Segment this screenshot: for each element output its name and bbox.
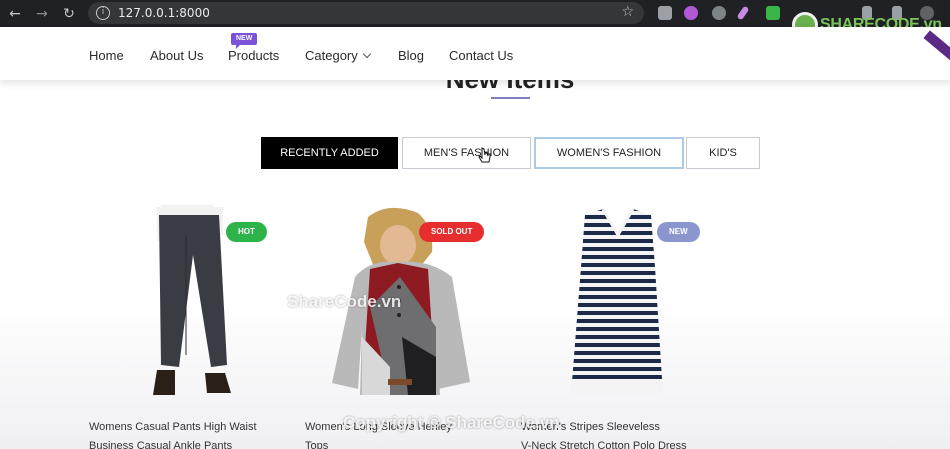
product-card[interactable]: SOLD OUT Women's Long Sleeve Henley Tops — [305, 200, 505, 449]
url-text[interactable]: 127.0.0.1:8000 — [118, 5, 210, 21]
product-title[interactable]: Womens Casual Pants High Waist Business … — [89, 418, 299, 449]
mouse-cursor-icon — [478, 147, 491, 163]
product-card[interactable]: HOT Womens Casual Pants High Waist Busin… — [89, 200, 289, 449]
forward-arrow-icon[interactable]: → — [32, 4, 52, 24]
status-badge: HOT — [226, 222, 267, 242]
watermark-copyright: Copyright © ShareCode.vn — [343, 413, 560, 432]
reload-icon[interactable]: ↻ — [59, 4, 79, 24]
product-title-line2: Tops — [305, 440, 329, 449]
camera-extension-icon[interactable] — [658, 6, 672, 20]
address-bar[interactable]: i 127.0.0.1:8000 ☆ — [88, 2, 644, 24]
new-badge: NEW — [231, 33, 258, 49]
chevron-down-icon — [362, 49, 371, 59]
nav-products[interactable]: Products — [228, 48, 279, 64]
purple-extension-icon[interactable] — [684, 6, 698, 20]
tab-kids[interactable]: KID'S — [686, 137, 760, 169]
nav-category[interactable]: Category — [305, 48, 371, 64]
site-header: Home About Us Products NEW Category Blog… — [0, 27, 950, 80]
back-arrow-icon[interactable]: ← — [5, 4, 25, 24]
product-image[interactable] — [563, 207, 673, 400]
nav-category-label: Category — [305, 48, 358, 63]
nav-home[interactable]: Home — [89, 48, 124, 64]
product-card[interactable]: NEW Women's Stripes Sleeveless V-Neck St… — [521, 200, 721, 449]
product-title-line2: Business Casual Ankle Pants — [89, 440, 233, 449]
status-badge: SOLD OUT — [419, 222, 485, 242]
status-badge: NEW — [657, 222, 700, 242]
product-image[interactable] — [139, 205, 239, 400]
tab-mens-fashion[interactable]: MEN'S FASHION — [402, 137, 531, 169]
bookmark-star-icon[interactable]: ☆ — [621, 4, 634, 20]
tab-womens-fashion[interactable]: WOMEN'S FASHION — [534, 137, 684, 169]
react-extension-icon[interactable] — [712, 6, 726, 20]
nav-blog[interactable]: Blog — [398, 48, 424, 64]
watermark-center: ShareCode.vn — [287, 292, 402, 311]
title-underline — [491, 97, 530, 99]
eyedropper-extension-icon[interactable] — [736, 5, 750, 21]
nav-contact-us[interactable]: Contact Us — [449, 48, 513, 64]
product-title-line2: V-Neck Stretch Cotton Polo Dress — [521, 440, 687, 449]
green-extension-icon[interactable] — [766, 6, 780, 20]
nav-about-us[interactable]: About Us — [150, 48, 203, 64]
info-icon[interactable]: i — [96, 6, 110, 20]
product-title-line1: Womens Casual Pants High Waist — [89, 421, 257, 433]
tab-recently-added[interactable]: RECENTLY ADDED — [261, 137, 398, 169]
